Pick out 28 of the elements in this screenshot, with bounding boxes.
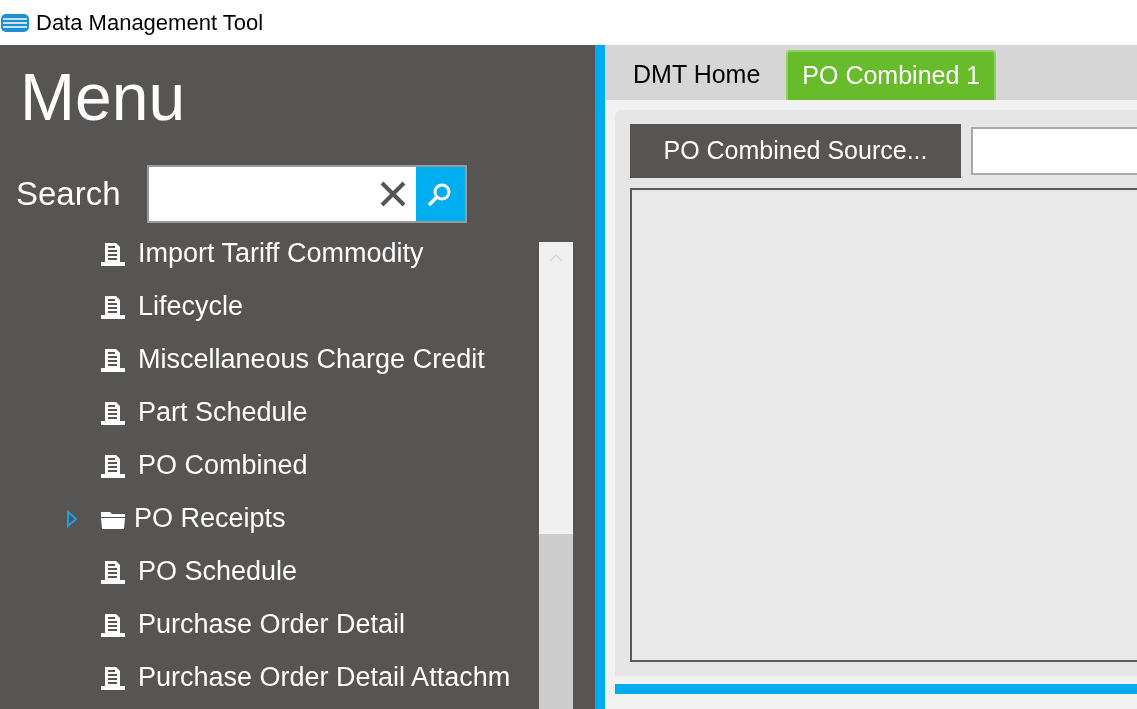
document-icon	[100, 558, 126, 585]
tab[interactable]: DMT Home	[619, 50, 775, 100]
menu-item[interactable]: Purchase Order Detail Attachm	[0, 651, 539, 704]
menu-title: Menu	[19, 59, 187, 136]
document-icon	[100, 293, 126, 320]
scroll-up-icon[interactable]	[549, 254, 563, 262]
menu-item[interactable]: Part Schedule	[0, 386, 539, 439]
menu-item[interactable]: Lifecycle	[0, 280, 539, 333]
document-icon	[100, 452, 126, 479]
source-button[interactable]: PO Combined Source...	[630, 124, 961, 178]
scrollbar[interactable]	[539, 242, 573, 709]
menu-item[interactable]: PO Schedule	[0, 545, 539, 598]
expand-arrow-icon[interactable]	[66, 509, 78, 528]
document-icon	[100, 242, 126, 267]
menu-item[interactable]: PO Combined	[0, 439, 539, 492]
input-field[interactable]	[971, 127, 1137, 175]
document-icon	[100, 664, 126, 691]
search-button[interactable]	[415, 167, 465, 221]
menu-item[interactable]: Purchase Order Detail	[0, 598, 539, 651]
search-label: Search	[16, 174, 121, 215]
menu-item[interactable]: Import Tariff Commodity	[0, 242, 539, 280]
document-icon	[100, 399, 126, 426]
menu-item[interactable]: PO Receipts	[0, 492, 539, 545]
menu-item[interactable]: Miscellaneous Charge Credit	[0, 333, 539, 386]
window-title: Data Management Tool	[36, 9, 264, 37]
search-field[interactable]	[146, 165, 467, 223]
document-icon	[100, 346, 126, 373]
document-icon	[100, 611, 126, 638]
